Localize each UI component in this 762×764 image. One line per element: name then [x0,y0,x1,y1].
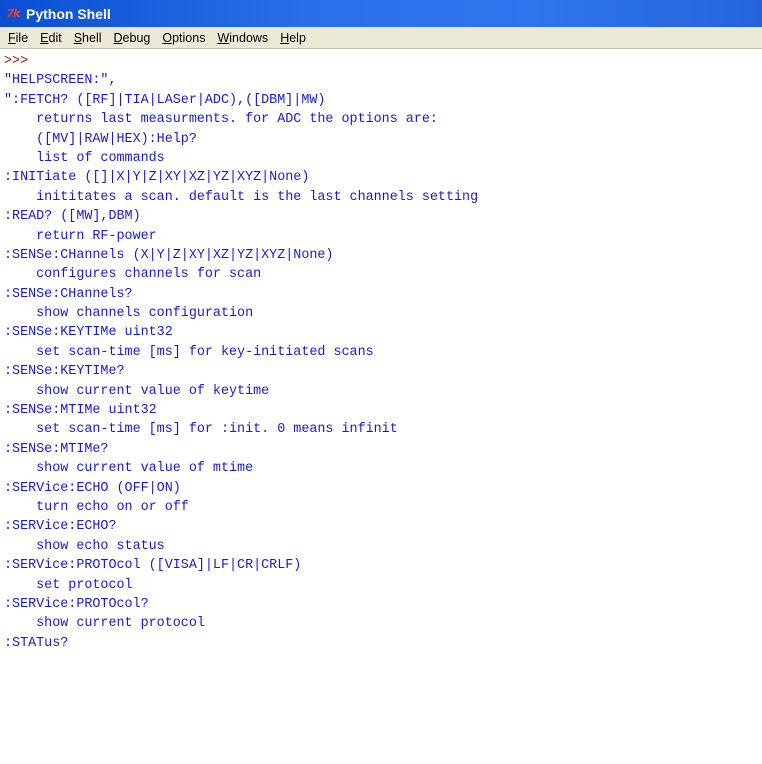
shell-line: ([MV]|RAW|HEX):Help? [4,131,197,147]
shell-line: return RF-power [4,228,157,244]
shell-line: :READ? ([MW],DBM) [4,209,141,225]
menu-item-mnemonic: S [73,30,83,45]
shell-line: "HELPSCREEN:", [4,73,117,89]
shell-line: :SERVice:PROTOcol? [4,596,149,612]
menu-item-shell[interactable]: Shell [68,31,108,45]
menu-item-label: ile [15,30,29,45]
menu-item-mnemonic: O [162,30,173,45]
shell-line: inititates a scan. default is the last c… [4,189,479,205]
menu-item-debug[interactable]: Debug [108,31,157,45]
shell-line: set scan-time [ms] for :init. 0 means in… [4,422,398,438]
shell-prompt: >>> [4,54,29,69]
menu-item-mnemonic: F [8,30,16,45]
menu-item-label: hell [82,30,102,45]
shell-line: :SENSe:CHannels (X|Y|Z|XY|XZ|YZ|XYZ|None… [4,247,334,263]
shell-line: returns last measurments. for ADC the op… [4,112,438,128]
shell-line: show current value of keytime [4,383,270,399]
shell-line: show current value of mtime [4,461,254,477]
menu-item-help[interactable]: Help [274,31,312,45]
shell-output[interactable]: >>> "HELPSCREEN:", ":FETCH? ([RF]|TIA|LAS… [0,50,762,764]
shell-line: :SENSe:CHannels? [4,286,133,302]
menu-item-file[interactable]: File [2,31,34,45]
shell-line: turn echo on or off [4,499,189,515]
shell-line: :SERVice:ECHO (OFF|ON) [4,480,181,496]
window-title: Python Shell [26,5,111,22]
shell-line: :SENSe:KEYTIMe uint32 [4,325,173,341]
menu-item-label: dit [48,30,62,45]
menu-item-mnemonic: D [113,30,123,45]
menu-item-label: ptions [172,30,206,45]
shell-line: :STATus? [4,635,69,651]
shell-line: :SERVice:PROTOcol ([VISA]|LF|CR|CRLF) [4,558,302,574]
menu-item-mnemonic: E [40,30,49,45]
menu-item-mnemonic: W [217,30,230,45]
shell-line: show channels configuration [4,306,254,322]
menu-item-windows[interactable]: Windows [211,31,274,45]
menu-item-label: ebug [122,30,151,45]
shell-line: show current protocol [4,616,205,632]
menu-item-mnemonic: H [280,30,290,45]
shell-line: configures channels for scan [4,267,262,283]
menu-bar: File Edit Shell Debug Options Windows Help [0,27,762,49]
shell-line: :SERVice:ECHO? [4,519,117,535]
shell-line: :SENSe:MTIMe? [4,441,109,457]
menu-item-edit[interactable]: Edit [34,31,68,45]
title-bar[interactable]: 7k Python Shell [0,0,762,27]
tk-icon: 7k [6,7,21,20]
shell-line: :SENSe:MTIMe uint32 [4,403,157,419]
shell-line: ":FETCH? ([RF]|TIA|LASer|ADC),([DBM]|MW) [4,92,326,108]
menu-item-label: indows [229,30,269,45]
shell-line: list of commands [4,150,165,166]
shell-line: :SENSe:KEYTIMe? [4,364,125,380]
shell-line: set protocol [4,577,133,593]
menu-item-label: elp [289,30,306,45]
shell-line: :INITiate ([]|X|Y|Z|XY|XZ|YZ|XYZ|None) [4,170,310,186]
shell-line: set scan-time [ms] for key-initiated sca… [4,344,374,360]
shell-line: show echo status [4,538,165,554]
menu-item-options[interactable]: Options [156,31,211,45]
python-shell-window: 7k Python Shell File Edit Shell Debug Option… [0,0,762,764]
